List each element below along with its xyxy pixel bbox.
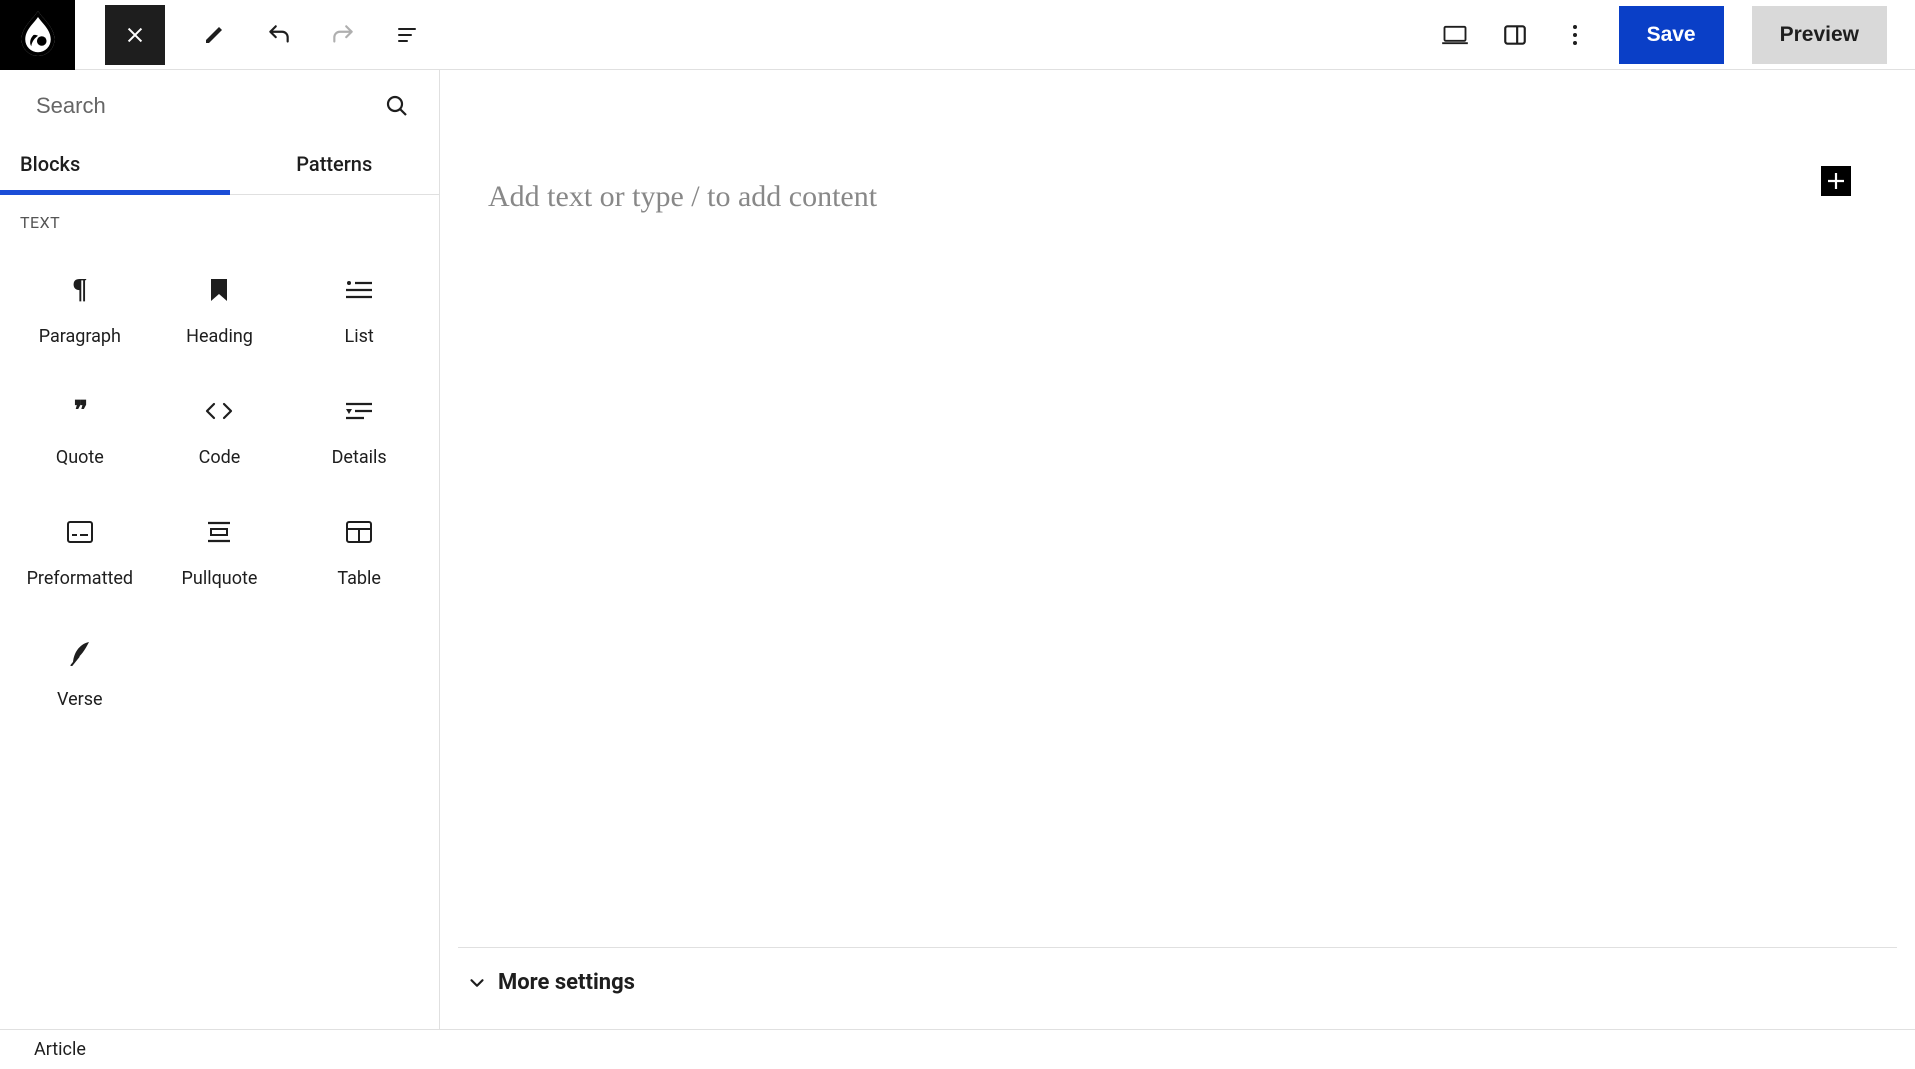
details-icon <box>345 397 373 425</box>
feather-icon <box>66 639 94 667</box>
block-label: Pullquote <box>182 568 258 589</box>
tab-patterns[interactable]: Patterns <box>230 138 440 194</box>
block-heading[interactable]: Heading <box>150 270 290 353</box>
block-label: Details <box>332 447 387 468</box>
block-quote[interactable]: ❞ Quote <box>10 391 150 474</box>
block-verse[interactable]: Verse <box>10 633 150 716</box>
block-label: Code <box>199 447 241 468</box>
preformatted-icon <box>66 518 94 546</box>
more-settings-toggle[interactable]: More settings <box>458 947 1897 1017</box>
redo-icon <box>329 21 357 49</box>
more-settings-label: More settings <box>498 970 635 995</box>
bookmark-icon <box>205 276 233 304</box>
list-icon <box>345 276 373 304</box>
edit-icon[interactable] <box>201 21 229 49</box>
block-inserter-panel: Blocks Patterns TEXT ¶ Paragraph Heading <box>0 70 440 1029</box>
close-inserter-button[interactable] <box>105 5 165 65</box>
breadcrumb-label: Article <box>34 1039 86 1060</box>
outline-icon[interactable] <box>393 21 421 49</box>
drupal-logo[interactable] <box>0 0 75 70</box>
pilcrow-icon: ¶ <box>66 276 94 304</box>
editor-canvas[interactable]: Add text or type / to add content More s… <box>440 70 1915 1029</box>
block-details[interactable]: Details <box>289 391 429 474</box>
preview-button[interactable]: Preview <box>1752 6 1887 64</box>
block-label: Preformatted <box>27 568 134 589</box>
block-paragraph[interactable]: ¶ Paragraph <box>10 270 150 353</box>
tab-blocks[interactable]: Blocks <box>0 138 230 194</box>
save-button[interactable]: Save <box>1619 6 1724 64</box>
block-list[interactable]: List <box>289 270 429 353</box>
block-pullquote[interactable]: Pullquote <box>150 512 290 595</box>
block-label: Heading <box>186 326 253 347</box>
undo-icon[interactable] <box>265 21 293 49</box>
block-code[interactable]: Code <box>150 391 290 474</box>
top-toolbar: Save Preview <box>0 0 1915 70</box>
section-label-text: TEXT <box>0 195 439 242</box>
table-icon <box>345 518 373 546</box>
chevron-down-icon <box>466 972 488 994</box>
pullquote-icon <box>205 518 233 546</box>
footer-breadcrumb[interactable]: Article <box>0 1029 1915 1069</box>
block-label: Verse <box>57 689 103 710</box>
block-label: List <box>345 326 374 347</box>
block-label: Table <box>337 568 381 589</box>
block-label: Paragraph <box>39 326 121 347</box>
add-block-button[interactable] <box>1821 166 1851 196</box>
block-preformatted[interactable]: Preformatted <box>10 512 150 595</box>
block-label: Quote <box>56 447 104 468</box>
quote-icon: ❞ <box>66 397 94 425</box>
block-table[interactable]: Table <box>289 512 429 595</box>
search-icon[interactable] <box>383 92 411 120</box>
code-icon <box>205 397 233 425</box>
search-input[interactable] <box>36 93 383 119</box>
content-placeholder[interactable]: Add text or type / to add content <box>488 180 1867 214</box>
more-options-icon[interactable] <box>1559 19 1591 51</box>
sidebar-toggle-icon[interactable] <box>1499 19 1531 51</box>
inserter-scroll[interactable]: TEXT ¶ Paragraph Heading <box>0 195 439 1029</box>
device-preview-icon[interactable] <box>1439 19 1471 51</box>
